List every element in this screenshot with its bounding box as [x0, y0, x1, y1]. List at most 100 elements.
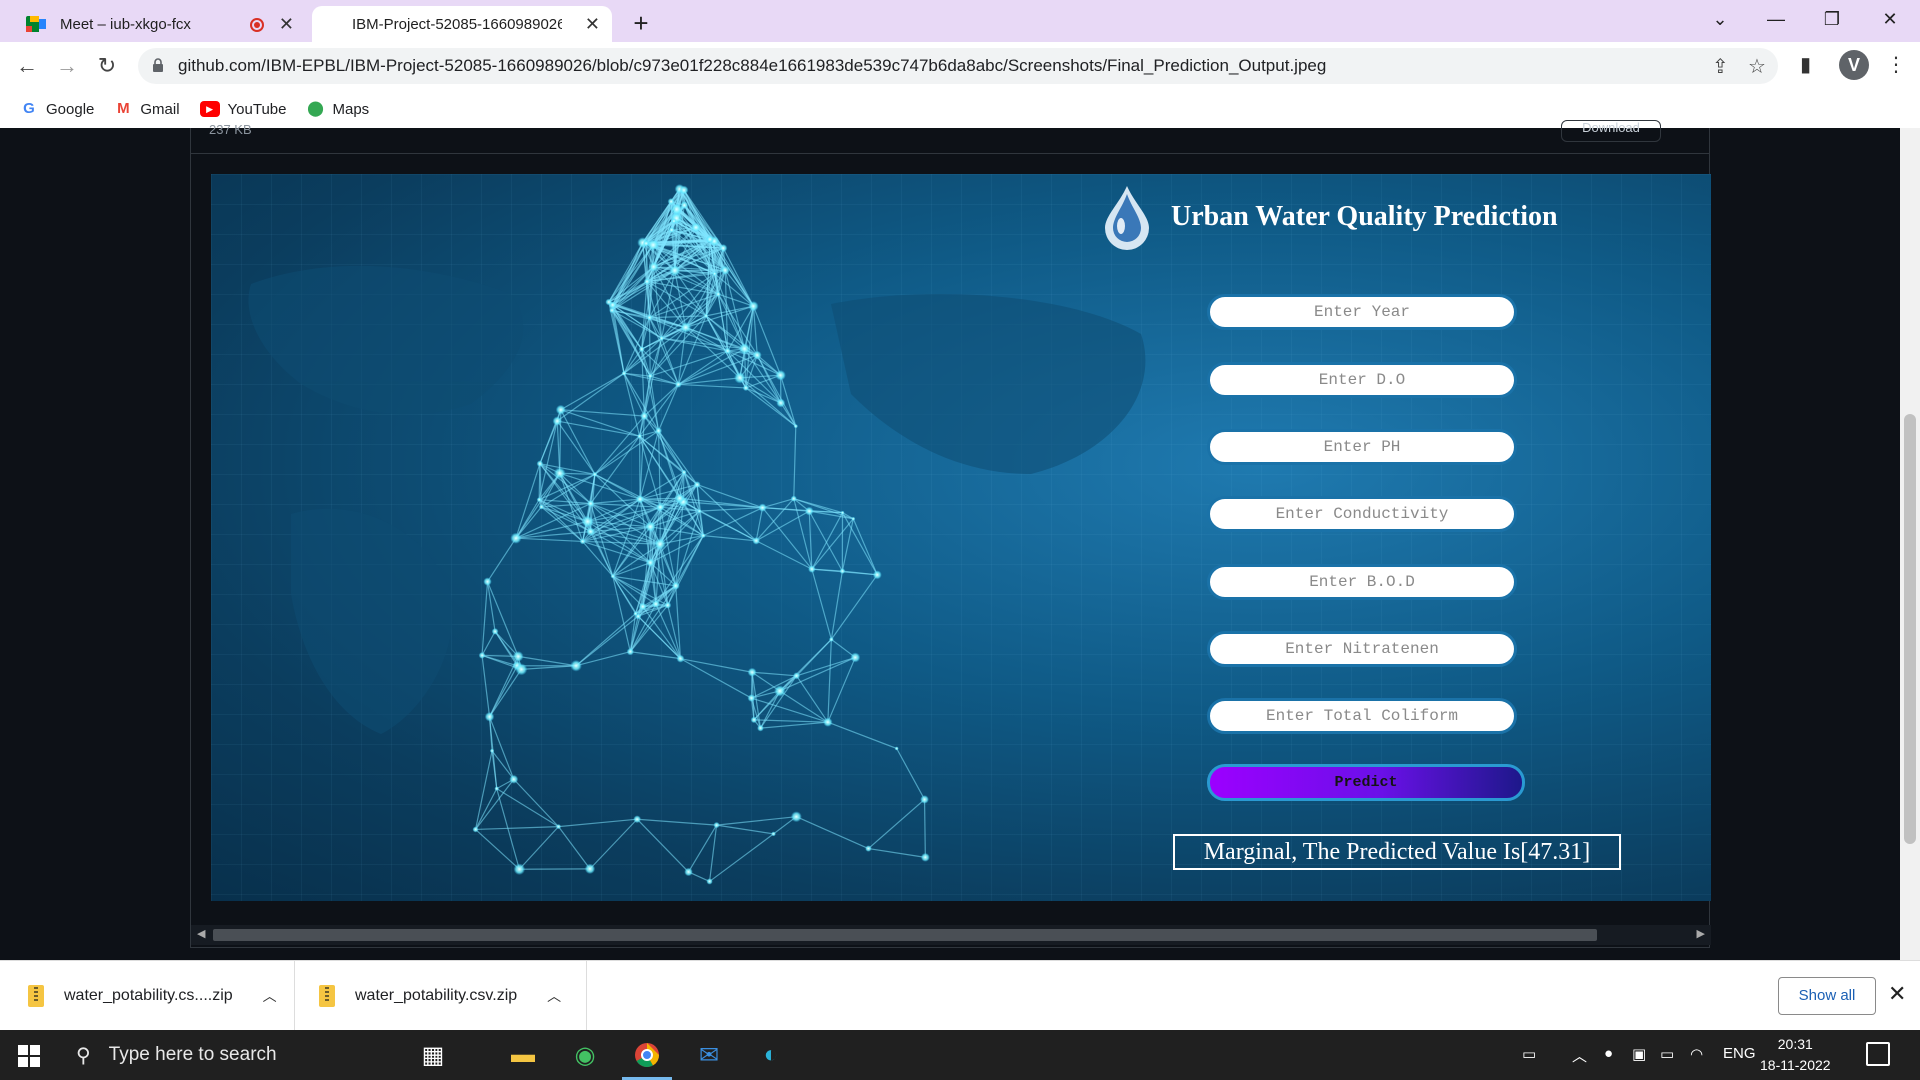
- chevron-up-icon[interactable]: ︿: [547, 986, 561, 1006]
- notification-icon[interactable]: [1866, 1042, 1890, 1066]
- scroll-right-icon[interactable]: ▶: [1697, 927, 1705, 940]
- microphone-icon[interactable]: ●: [1604, 1045, 1613, 1062]
- network-node: [792, 672, 801, 680]
- network-node: [635, 494, 645, 504]
- clock[interactable]: 20:31 18-11-2022: [1760, 1034, 1831, 1076]
- bookmark-gmail[interactable]: M Gmail: [114, 101, 179, 118]
- network-line: [755, 540, 813, 570]
- horizontal-scrollbar[interactable]: ◀ ▶: [191, 925, 1711, 945]
- network-line: [830, 571, 843, 640]
- network-line: [623, 373, 660, 432]
- keyboard-icon[interactable]: ▭: [1522, 1045, 1536, 1063]
- network-node: [674, 381, 682, 388]
- network-node: [734, 372, 746, 384]
- profile-avatar[interactable]: V: [1839, 50, 1869, 80]
- network-line: [556, 421, 561, 474]
- edge-icon[interactable]: ◐: [742, 1030, 800, 1080]
- do-input[interactable]: [1207, 362, 1517, 398]
- menu-icon[interactable]: ⋮: [1886, 52, 1906, 77]
- network-node: [670, 203, 683, 215]
- network-line: [779, 690, 829, 723]
- tab-strip: Meet – iub-xkgo-fcx ✕ IBM-Project-52085-…: [0, 0, 1920, 42]
- network-node: [674, 493, 685, 504]
- bookmark-google[interactable]: G Google: [20, 101, 94, 118]
- scrollbar-thumb[interactable]: [213, 929, 1597, 941]
- year-input[interactable]: [1207, 294, 1517, 330]
- close-window-button[interactable]: ✕: [1870, 6, 1910, 32]
- close-icon[interactable]: ✕: [1888, 981, 1906, 1007]
- language-indicator[interactable]: ENG: [1723, 1045, 1756, 1062]
- chrome-logo-icon: [635, 1043, 659, 1068]
- app-header: Urban Water Quality Prediction: [1101, 184, 1558, 250]
- download-button[interactable]: Download: [1561, 120, 1661, 142]
- network-node: [555, 404, 566, 415]
- side-panel-icon[interactable]: ▮: [1800, 52, 1811, 77]
- network-node: [757, 724, 764, 732]
- reload-button[interactable]: ↻: [92, 52, 122, 80]
- conductivity-input[interactable]: [1207, 496, 1517, 532]
- forward-button[interactable]: →: [52, 52, 82, 80]
- network-node: [584, 863, 596, 875]
- address-bar[interactable]: github.com/IBM-EPBL/IBM-Project-52085-16…: [138, 48, 1778, 84]
- page-scrollbar[interactable]: [1900, 128, 1920, 960]
- network-node: [581, 515, 594, 528]
- network-node: [771, 831, 776, 837]
- network-line: [589, 818, 638, 870]
- network-node: [579, 538, 586, 545]
- widgets-icon[interactable]: ▦: [404, 1030, 462, 1080]
- bookmark-star-icon[interactable]: ☆: [1748, 54, 1766, 79]
- camera-icon[interactable]: ▣: [1632, 1045, 1646, 1063]
- chevron-up-icon[interactable]: ︿: [1572, 1045, 1587, 1066]
- network-node: [656, 502, 665, 512]
- file-explorer-icon[interactable]: ▬: [494, 1030, 552, 1080]
- back-button[interactable]: ←: [12, 52, 42, 80]
- network-line: [716, 816, 797, 826]
- download-item[interactable]: water_potability.csv.zip ︿: [295, 961, 587, 1031]
- minimize-button[interactable]: —: [1756, 6, 1796, 32]
- scroll-left-icon[interactable]: ◀: [197, 927, 205, 940]
- network-node: [693, 481, 701, 489]
- bookmark-label: Gmail: [140, 100, 180, 118]
- network-node: [681, 469, 687, 475]
- windows-taskbar: ⚲ Type here to search ▦ ▬ ◉ ✉ ◐ ▭ ︿ ● ▣ …: [0, 1030, 1920, 1080]
- scrollbar-thumb[interactable]: [1904, 414, 1916, 844]
- bookmark-maps[interactable]: ⬤ Maps: [307, 101, 369, 118]
- network-node: [668, 226, 675, 233]
- ph-input[interactable]: [1207, 429, 1517, 465]
- water-drop-network-art: [248, 184, 1146, 885]
- windows-start-icon[interactable]: [18, 1045, 40, 1067]
- network-line: [830, 574, 878, 640]
- bookmark-youtube[interactable]: ▶ YouTube: [199, 101, 287, 118]
- network-node: [776, 398, 786, 408]
- network-line: [852, 518, 878, 576]
- network-node: [483, 577, 492, 586]
- nitratenen-input[interactable]: [1207, 631, 1517, 667]
- network-line: [486, 581, 519, 657]
- battery-icon[interactable]: ▭: [1660, 1045, 1674, 1063]
- close-icon[interactable]: ✕: [279, 14, 294, 34]
- new-tab-button[interactable]: +: [626, 8, 656, 39]
- tab-github[interactable]: IBM-Project-52085-1660989026/ ✕: [312, 6, 612, 42]
- network-node: [513, 863, 526, 876]
- close-icon[interactable]: ✕: [585, 14, 600, 34]
- tab-meet[interactable]: Meet – iub-xkgo-fcx ✕: [16, 6, 306, 42]
- bod-input[interactable]: [1207, 564, 1517, 600]
- chrome-icon[interactable]: [618, 1030, 676, 1080]
- network-line: [841, 518, 854, 572]
- restore-button[interactable]: ❐: [1812, 6, 1852, 32]
- network-line: [709, 833, 774, 882]
- taskbar-search[interactable]: ⚲ Type here to search: [60, 1030, 400, 1080]
- tab-search-icon[interactable]: ⌄: [1700, 6, 1740, 32]
- network-node: [669, 265, 681, 277]
- app-icon[interactable]: ◉: [556, 1030, 614, 1080]
- wifi-icon[interactable]: ◠: [1690, 1045, 1703, 1063]
- mail-icon[interactable]: ✉: [680, 1030, 738, 1080]
- network-node: [671, 581, 680, 590]
- network-line: [755, 507, 764, 541]
- total-coliform-input[interactable]: [1207, 698, 1517, 734]
- predict-button[interactable]: Predict: [1207, 764, 1525, 801]
- chevron-up-icon[interactable]: ︿: [263, 986, 277, 1006]
- share-icon[interactable]: ⇪: [1712, 54, 1729, 79]
- show-all-button[interactable]: Show all: [1778, 977, 1876, 1015]
- download-item[interactable]: water_potability.cs....zip ︿: [0, 961, 295, 1031]
